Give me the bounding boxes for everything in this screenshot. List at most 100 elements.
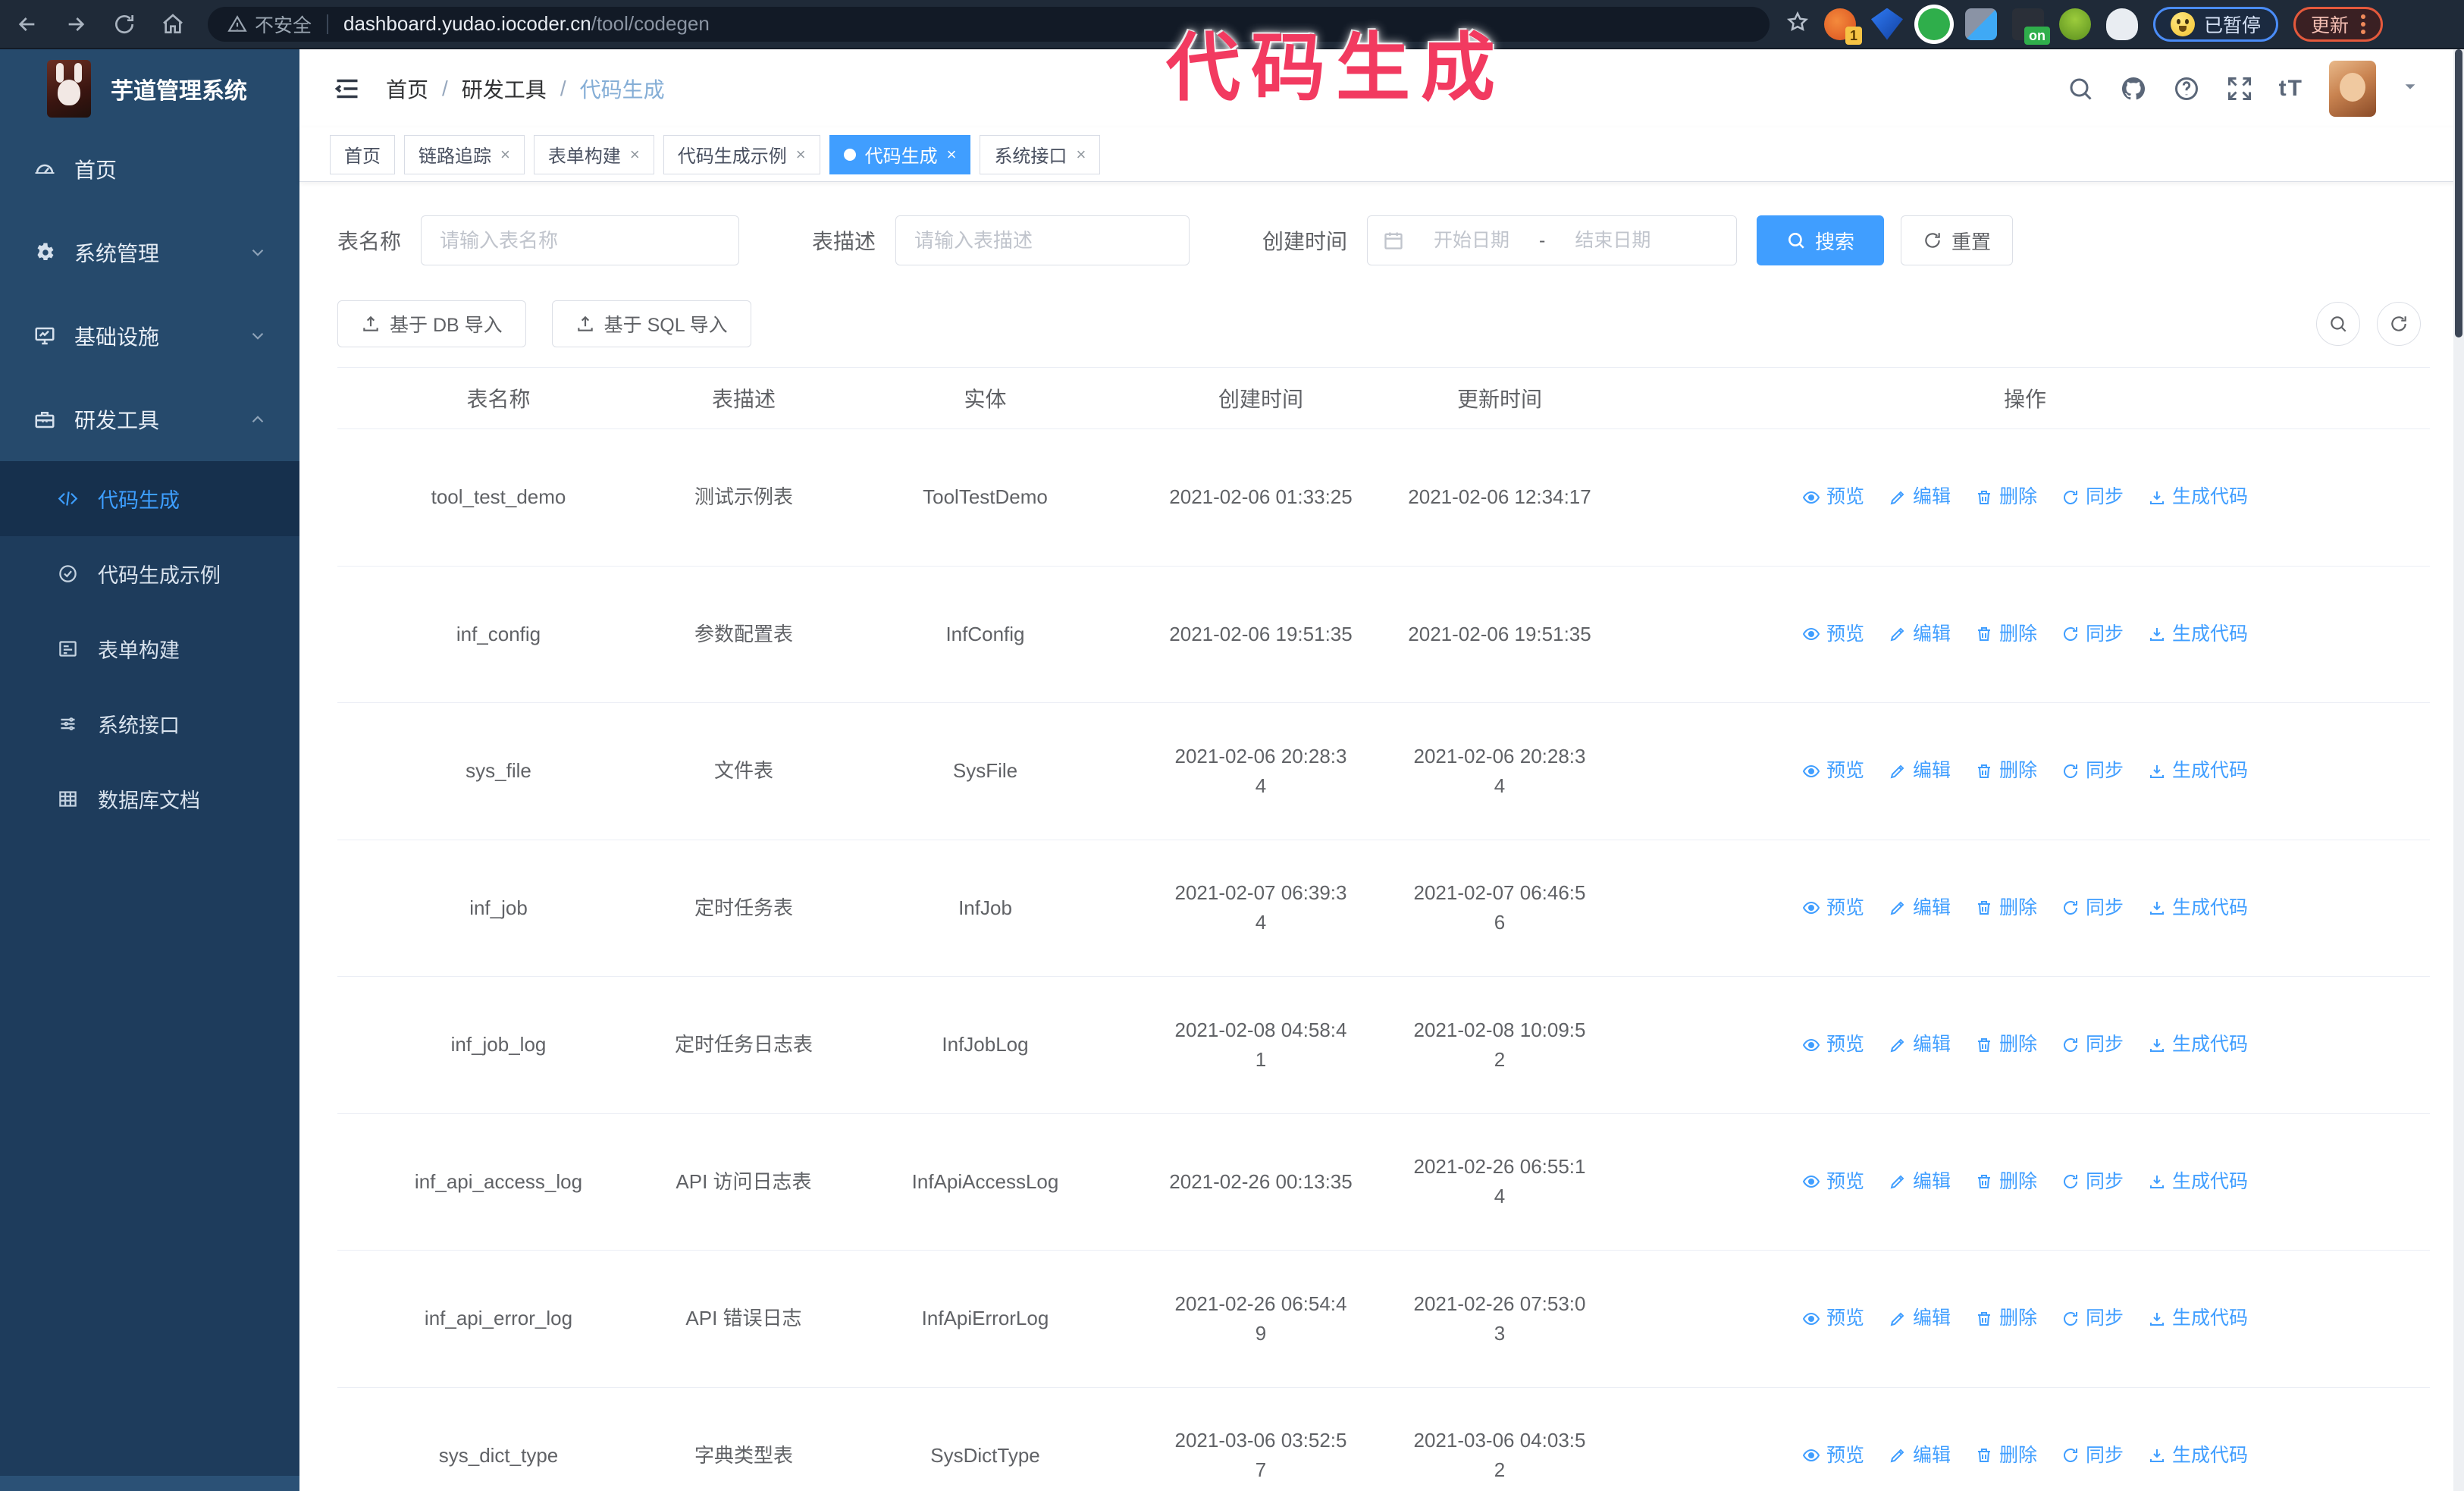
fullscreen-icon[interactable] xyxy=(2226,75,2253,102)
browser-home-button[interactable] xyxy=(152,6,194,42)
edit-action-link[interactable]: 编辑 xyxy=(1889,620,1951,649)
page-scrollbar[interactable] xyxy=(2453,49,2464,1491)
sidebar-subitem-db-doc[interactable]: 数据库文档 xyxy=(0,761,299,837)
browser-forward-button[interactable] xyxy=(55,6,97,42)
start-date-input[interactable] xyxy=(1415,229,1529,252)
help-icon[interactable] xyxy=(2173,75,2200,102)
breadcrumb-home[interactable]: 首页 xyxy=(386,74,428,104)
generate-code-action-link[interactable]: 生成代码 xyxy=(2148,620,2248,649)
preview-action-link[interactable]: 预览 xyxy=(1802,620,1864,649)
sidebar-item-home[interactable]: 首页 xyxy=(0,127,299,211)
tab-系统接口[interactable]: 系统接口 × xyxy=(980,134,1101,174)
table-name-input[interactable] xyxy=(421,215,740,265)
extension-icon-4[interactable] xyxy=(1965,8,1997,40)
table-row[interactable]: inf_api_error_log API 错误日志 InfApiErrorLo… xyxy=(337,1250,2430,1388)
preview-action-link[interactable]: 预览 xyxy=(1802,1442,1864,1471)
table-row[interactable]: sys_file 文件表 SysFile 2021-02-06 20:28:3 … xyxy=(337,702,2430,840)
sync-action-link[interactable]: 同步 xyxy=(2061,757,2124,786)
edit-action-link[interactable]: 编辑 xyxy=(1889,894,1951,923)
extension-icon-7[interactable] xyxy=(2106,8,2138,40)
sync-action-link[interactable]: 同步 xyxy=(2061,1304,2124,1333)
close-tab-icon[interactable]: × xyxy=(1076,146,1086,163)
search-button[interactable]: 搜索 xyxy=(1757,215,1885,265)
sync-action-link[interactable]: 同步 xyxy=(2061,1031,2124,1059)
table-row[interactable]: inf_job 定时任务表 InfJob 2021-02-07 06:39:3 … xyxy=(337,840,2430,977)
generate-code-action-link[interactable]: 生成代码 xyxy=(2148,1304,2248,1333)
sync-action-link[interactable]: 同步 xyxy=(2061,620,2124,649)
generate-code-action-link[interactable]: 生成代码 xyxy=(2148,894,2248,923)
delete-action-link[interactable]: 删除 xyxy=(1975,894,2037,923)
bookmark-star-icon[interactable] xyxy=(1786,11,1809,37)
close-tab-icon[interactable]: × xyxy=(500,146,510,163)
import-sql-button[interactable]: 基于 SQL 导入 xyxy=(551,300,751,347)
sidebar-item-devtools[interactable]: 研发工具 xyxy=(0,378,299,461)
delete-action-link[interactable]: 删除 xyxy=(1975,483,2037,512)
generate-code-action-link[interactable]: 生成代码 xyxy=(2148,757,2248,786)
sync-action-link[interactable]: 同步 xyxy=(2061,894,2124,923)
sidebar-subitem-system-api[interactable]: 系统接口 xyxy=(0,686,299,761)
table-row[interactable]: sys_dict_type 字典类型表 SysDictType 2021-03-… xyxy=(337,1387,2430,1491)
preview-action-link[interactable]: 预览 xyxy=(1802,894,1864,923)
profile-paused-chip[interactable]: 已暂停 xyxy=(2153,6,2279,42)
import-db-button[interactable]: 基于 DB 导入 xyxy=(337,300,526,347)
sidebar-subitem-codegen-example[interactable]: 代码生成示例 xyxy=(0,536,299,611)
generate-code-action-link[interactable]: 生成代码 xyxy=(2148,1031,2248,1059)
delete-action-link[interactable]: 删除 xyxy=(1975,757,2037,786)
sidebar-subitem-codegen[interactable]: 代码生成 xyxy=(0,461,299,536)
table-row[interactable]: tool_test_demo 测试示例表 ToolTestDemo 2021-0… xyxy=(337,428,2430,567)
extension-icon-2[interactable] xyxy=(1871,8,1903,40)
delete-action-link[interactable]: 删除 xyxy=(1975,1168,2037,1197)
font-size-icon[interactable]: tT xyxy=(2279,76,2303,102)
refresh-table-button[interactable] xyxy=(2377,302,2421,346)
generate-code-action-link[interactable]: 生成代码 xyxy=(2148,1168,2248,1197)
sidebar-subitem-form-builder[interactable]: 表单构建 xyxy=(0,611,299,686)
browser-update-button[interactable]: 更新 xyxy=(2293,6,2384,42)
preview-action-link[interactable]: 预览 xyxy=(1802,1304,1864,1333)
extension-icon-6[interactable] xyxy=(2059,8,2091,40)
search-icon[interactable] xyxy=(2067,75,2094,102)
edit-action-link[interactable]: 编辑 xyxy=(1889,1442,1951,1471)
table-row[interactable]: inf_api_access_log API 访问日志表 InfApiAcces… xyxy=(337,1113,2430,1251)
generate-code-action-link[interactable]: 生成代码 xyxy=(2148,1442,2248,1471)
security-warning[interactable]: 不安全 xyxy=(227,11,312,38)
preview-action-link[interactable]: 预览 xyxy=(1802,1031,1864,1059)
github-icon[interactable] xyxy=(2120,75,2147,102)
delete-action-link[interactable]: 删除 xyxy=(1975,1031,2037,1059)
close-tab-icon[interactable]: × xyxy=(796,146,806,163)
generate-code-action-link[interactable]: 生成代码 xyxy=(2148,483,2248,512)
extension-icon-5[interactable]: on xyxy=(2012,8,2050,45)
edit-action-link[interactable]: 编辑 xyxy=(1889,1031,1951,1059)
scrollbar-thumb[interactable] xyxy=(2455,49,2462,337)
extension-icon-3[interactable] xyxy=(1918,8,1950,40)
breadcrumb-devtools[interactable]: 研发工具 xyxy=(462,74,547,104)
close-tab-icon[interactable]: × xyxy=(947,146,957,163)
sync-action-link[interactable]: 同步 xyxy=(2061,1442,2124,1471)
sidebar-logo-row[interactable]: 芋道管理系统 xyxy=(0,49,299,127)
extension-icon-1[interactable]: 1 xyxy=(1824,8,1862,45)
user-avatar[interactable] xyxy=(2329,60,2376,117)
preview-action-link[interactable]: 预览 xyxy=(1802,757,1864,786)
table-row[interactable]: inf_config 参数配置表 InfConfig 2021-02-06 19… xyxy=(337,566,2430,703)
reset-button[interactable]: 重置 xyxy=(1901,215,2014,265)
tab-代码生成[interactable]: 代码生成 × xyxy=(829,134,971,174)
delete-action-link[interactable]: 删除 xyxy=(1975,620,2037,649)
avatar-dropdown-caret-icon[interactable] xyxy=(2402,78,2419,99)
close-tab-icon[interactable]: × xyxy=(630,146,640,163)
preview-action-link[interactable]: 预览 xyxy=(1802,1168,1864,1197)
edit-action-link[interactable]: 编辑 xyxy=(1889,757,1951,786)
browser-back-button[interactable] xyxy=(6,6,49,42)
edit-action-link[interactable]: 编辑 xyxy=(1889,483,1951,512)
end-date-input[interactable] xyxy=(1556,229,1670,252)
tab-代码生成示例[interactable]: 代码生成示例 × xyxy=(663,134,820,174)
sidebar-item-system[interactable]: 系统管理 xyxy=(0,211,299,294)
edit-action-link[interactable]: 编辑 xyxy=(1889,1304,1951,1333)
sidebar-item-infra[interactable]: 基础设施 xyxy=(0,294,299,378)
browser-reload-button[interactable] xyxy=(103,6,146,42)
delete-action-link[interactable]: 删除 xyxy=(1975,1304,2037,1333)
table-row[interactable]: inf_job_log 定时任务日志表 InfJobLog 2021-02-08… xyxy=(337,976,2430,1114)
tab-首页[interactable]: 首页 xyxy=(330,134,395,174)
sync-action-link[interactable]: 同步 xyxy=(2061,1168,2124,1197)
tab-表单构建[interactable]: 表单构建 × xyxy=(533,134,654,174)
table-desc-input[interactable] xyxy=(895,215,1190,265)
edit-action-link[interactable]: 编辑 xyxy=(1889,1168,1951,1197)
